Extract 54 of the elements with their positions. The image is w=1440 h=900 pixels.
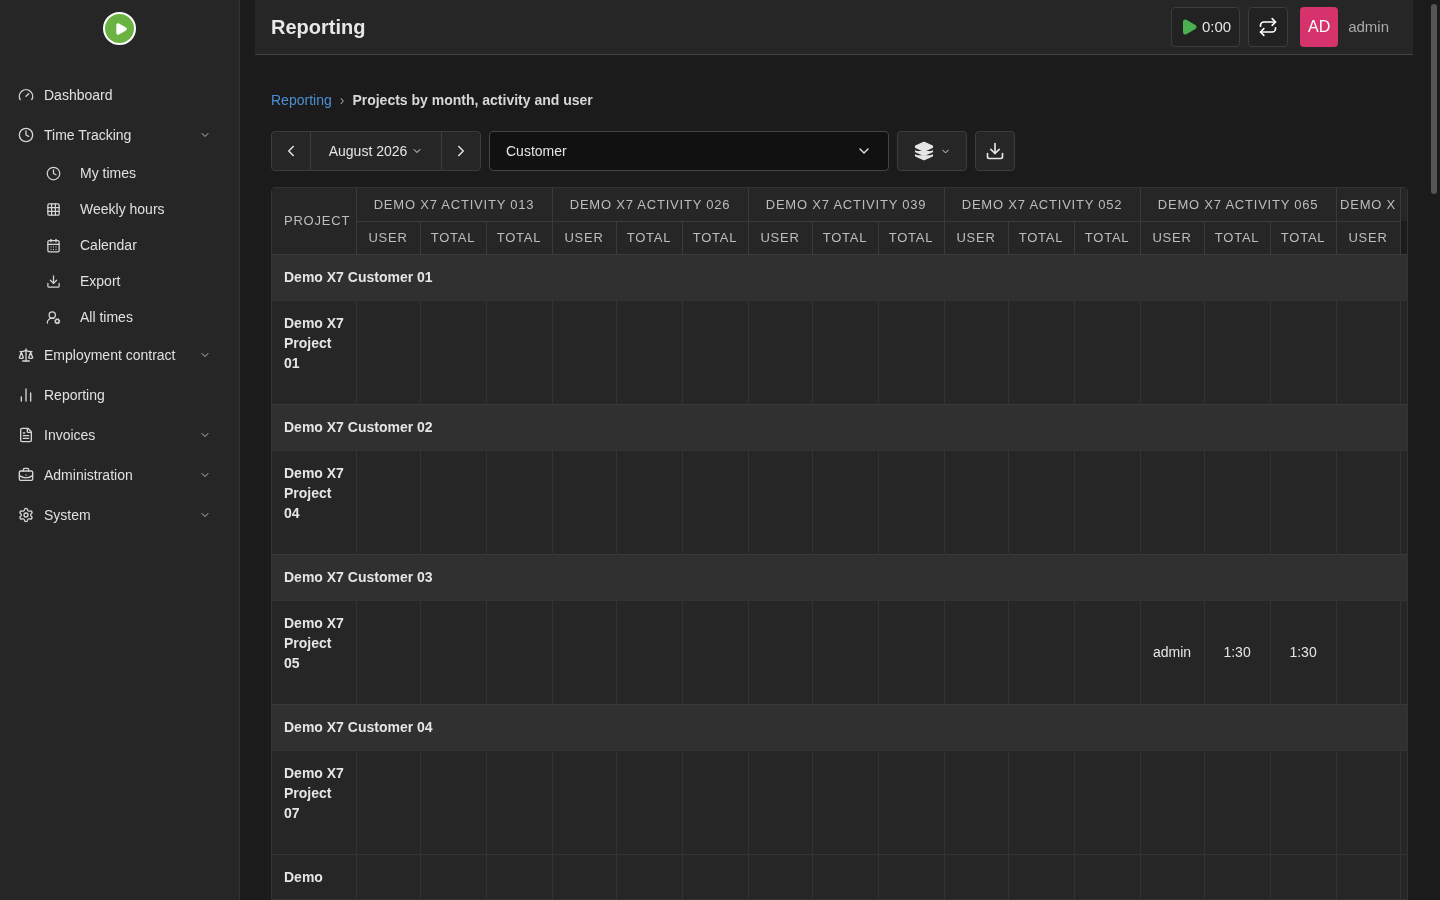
sidebar-item[interactable]: Reporting [0,375,239,415]
sidebar-subitem[interactable]: Weekly hours [0,191,239,227]
gauge-icon [18,87,34,103]
calendar-icon [46,237,61,253]
sidebar-subitem[interactable]: My times [0,155,239,191]
repeat-icon [1258,17,1279,37]
table-cell: 1:30 [1223,643,1251,660]
briefcase-icon [18,467,34,483]
chart-icon [18,387,34,403]
sidebar-subitem[interactable]: Export [0,263,239,299]
sync-button[interactable] [1248,7,1289,47]
clock-icon [18,127,34,143]
table-cell: admin [1153,643,1192,660]
sidebar-subitem[interactable]: All times [0,299,239,335]
customer-name: Demo X7 Customer 03 [284,568,433,585]
customer-name: Demo X7 Customer 02 [284,418,433,435]
sidebar-subitem[interactable]: Calendar [0,227,239,263]
sidebar-item[interactable]: Employment contract [0,335,239,375]
document-icon [18,427,34,443]
timer-button[interactable]: 0:00 [1170,7,1241,47]
avatar[interactable]: AD [1300,7,1339,47]
month-picker[interactable]: August 2026 [311,131,441,171]
download-icon [46,273,61,289]
download-icon [985,141,1005,161]
sidebar-item[interactable]: Invoices [0,415,239,455]
project-name: Demo [272,854,356,899]
group-by-select[interactable]: Customer [489,131,889,171]
layers-button[interactable] [897,131,967,171]
breadcrumb-link[interactable]: Reporting [271,89,332,111]
scale-icon [18,347,34,363]
customer-name: Demo X7 Customer 01 [284,268,433,285]
settings-icon [18,507,34,523]
grid-icon [46,201,61,217]
column-header: DEMO X7 ACTIVITY 065 [1140,188,1337,221]
sidebar-item[interactable]: Time Tracking [0,115,239,155]
sidebar-item[interactable]: Dashboard [0,75,239,115]
page-title: Reporting [271,15,367,40]
customer-name: Demo X7 Customer 04 [284,718,433,735]
layers-icon [913,141,934,161]
sidebar-item[interactable]: System [0,495,239,535]
column-header: DEMO X [1336,188,1401,221]
sidebar-item[interactable]: Administration [0,455,239,495]
download-button[interactable] [975,131,1015,171]
user-name[interactable]: admin [1348,15,1389,39]
user-icon [46,309,61,325]
column-header: DEMO X7 ACTIVITY 039 [748,188,945,221]
breadcrumb-current: Projects by month, activity and user [352,90,593,110]
breadcrumb-separator: › [339,90,345,110]
table-cell: 1:30 [1289,643,1317,660]
column-header: DEMO X7 ACTIVITY 026 [552,188,749,221]
logo-icon[interactable] [103,12,136,45]
clock-icon [46,165,61,181]
column-header: DEMO X7 ACTIVITY 013 [356,188,552,221]
column-header: DEMO X7 ACTIVITY 052 [944,188,1141,221]
